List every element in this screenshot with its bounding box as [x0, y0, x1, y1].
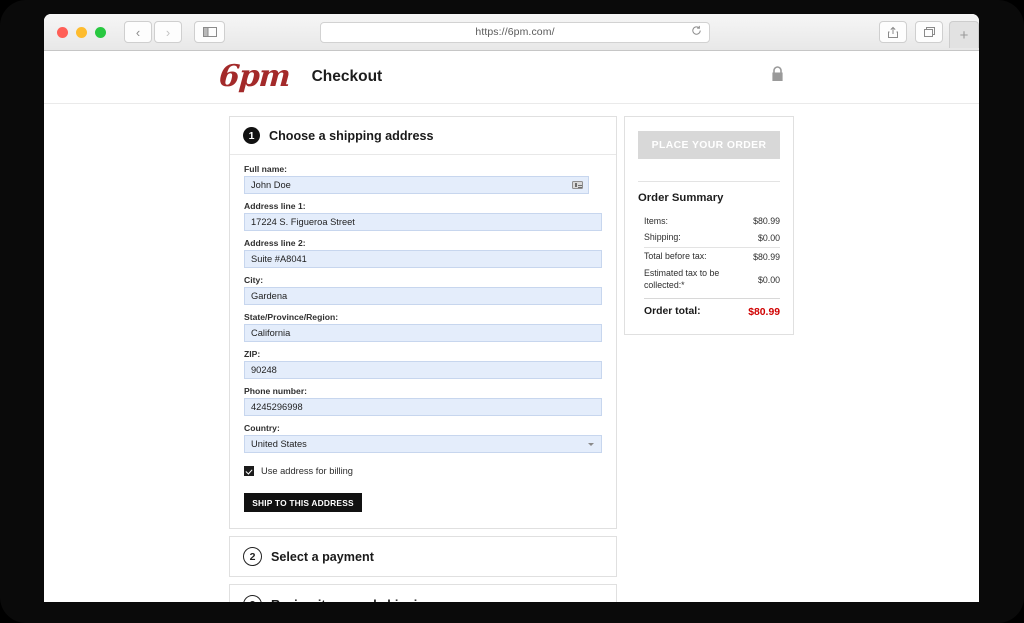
shipping-label: Shipping: [644, 232, 681, 243]
step-3-panel: 3 Review items and shipping [229, 584, 617, 602]
step-3-header[interactable]: 3 Review items and shipping [230, 585, 616, 602]
toolbar-right-buttons [879, 21, 943, 43]
summary-divider [638, 181, 780, 182]
order-summary-column: PLACE YOUR ORDER Order Summary Items: $8… [624, 116, 794, 602]
total-before-tax-label: Total before tax: [644, 251, 707, 262]
ship-to-this-address-button[interactable]: SHIP TO THIS ADDRESS [244, 493, 362, 512]
full-name-input[interactable]: John Doe [244, 176, 589, 194]
site-logo[interactable]: 6pm [218, 59, 291, 94]
page-title: Checkout [311, 68, 383, 85]
address-line-1-input[interactable]: 17224 S. Figueroa Street [244, 213, 602, 231]
address-bar[interactable]: https://6pm.com/ [320, 21, 710, 43]
step-2-title: Select a payment [271, 549, 374, 564]
step-1-panel: 1 Choose a shipping address Full name: J… [229, 116, 617, 529]
url-text: https://6pm.com/ [475, 26, 555, 38]
summary-row-total-before-tax: Total before tax: $80.99 [644, 246, 780, 266]
checkout-steps-column: 1 Choose a shipping address Full name: J… [229, 116, 617, 602]
tabs-icon[interactable] [915, 21, 943, 43]
navigation-buttons: ‹ › [124, 21, 182, 43]
summary-row-estimated-tax: Estimated tax to be collected:* $0.00 [644, 266, 780, 295]
address-line-2-input[interactable]: Suite #A8041 [244, 250, 602, 268]
country-select[interactable]: United States [244, 435, 602, 453]
state-label: State/Province/Region: [244, 312, 339, 322]
address-line-1-label: Address line 1: [244, 201, 306, 211]
estimated-tax-label: Estimated tax to be collected:* [644, 268, 720, 290]
estimated-tax-amount: $0.00 [757, 275, 780, 285]
step-3-badge: 3 [243, 595, 262, 602]
new-tab-button[interactable]: + [949, 21, 979, 48]
site-header: 6pm Checkout [44, 51, 979, 104]
full-name-label: Full name: [244, 164, 287, 174]
share-icon[interactable] [879, 21, 907, 43]
order-total-label: Order total: [644, 306, 701, 318]
sidebar-icon[interactable] [194, 21, 225, 43]
state-value: California [251, 328, 291, 338]
order-total-amount: $80.99 [748, 306, 780, 318]
chevron-down-icon [588, 442, 594, 446]
step-2-header[interactable]: 2 Select a payment [230, 537, 616, 576]
summary-row-order-total: Order total: $80.99 [644, 298, 780, 322]
summary-row-items: Items: $80.99 [644, 213, 780, 230]
order-summary-title: Order Summary [638, 192, 724, 204]
step-2-badge: 2 [243, 547, 262, 566]
items-label: Items: [644, 215, 668, 226]
page-content: 6pm Checkout 1 Choose a shipping address… [44, 51, 979, 602]
browser-toolbar: ‹ › https://6pm.com/ + [44, 14, 979, 51]
place-your-order-button[interactable]: PLACE YOUR ORDER [638, 131, 780, 159]
window-controls [57, 26, 106, 38]
forward-icon[interactable]: › [154, 21, 182, 43]
use-address-for-billing-row[interactable]: Use address for billing [244, 466, 602, 476]
city-label: City: [244, 275, 264, 285]
summary-row-shipping: Shipping: $0.00 [644, 230, 780, 247]
close-window-button[interactable] [57, 26, 68, 38]
lock-icon [770, 65, 785, 88]
maximize-window-button[interactable] [95, 26, 106, 38]
items-amount: $80.99 [753, 216, 780, 227]
reload-icon[interactable] [691, 25, 702, 39]
use-address-for-billing-label: Use address for billing [261, 466, 353, 476]
zip-value: 90248 [251, 365, 277, 375]
order-summary-panel: PLACE YOUR ORDER Order Summary Items: $8… [624, 116, 794, 335]
country-value: United States [251, 439, 307, 449]
address-line-2-label: Address line 2: [244, 238, 306, 248]
step-1-badge: 1 [243, 127, 260, 144]
step-1-title: Choose a shipping address [269, 128, 434, 143]
city-value: Gardena [251, 291, 288, 301]
address-line-2-value: Suite #A8041 [251, 254, 307, 264]
address-line-1-value: 17224 S. Figueroa Street [251, 217, 355, 227]
checkout-main: 1 Choose a shipping address Full name: J… [44, 104, 979, 602]
shipping-address-form: Full name: John Doe Address line 1: 1722… [230, 155, 616, 528]
step-2-panel: 2 Select a payment [229, 536, 617, 577]
total-before-tax-amount: $80.99 [753, 252, 780, 263]
step-1-header[interactable]: 1 Choose a shipping address [230, 117, 616, 155]
back-icon[interactable]: ‹ [124, 21, 152, 43]
shipping-amount: $0.00 [757, 233, 780, 244]
phone-input[interactable]: 4245296998 [244, 398, 602, 416]
state-input[interactable]: California [244, 324, 602, 342]
zip-label: ZIP: [244, 349, 261, 359]
step-3-title: Review items and shipping [271, 598, 433, 603]
phone-value: 4245296998 [251, 402, 303, 412]
contact-card-icon[interactable] [572, 181, 583, 189]
city-input[interactable]: Gardena [244, 287, 602, 305]
country-label: Country: [244, 423, 280, 433]
device-bezel: ‹ › https://6pm.com/ + 6pm Checkout 1 Ch… [0, 0, 1024, 623]
browser-window: ‹ › https://6pm.com/ + 6pm Checkout 1 Ch… [44, 14, 979, 602]
phone-label: Phone number: [244, 386, 308, 396]
use-address-for-billing-checkbox[interactable] [244, 466, 254, 476]
zip-input[interactable]: 90248 [244, 361, 602, 379]
full-name-value: John Doe [251, 180, 291, 190]
order-summary-rows: Items: $80.99 Shipping: $0.00 Total befo… [638, 213, 780, 322]
minimize-window-button[interactable] [76, 26, 87, 38]
